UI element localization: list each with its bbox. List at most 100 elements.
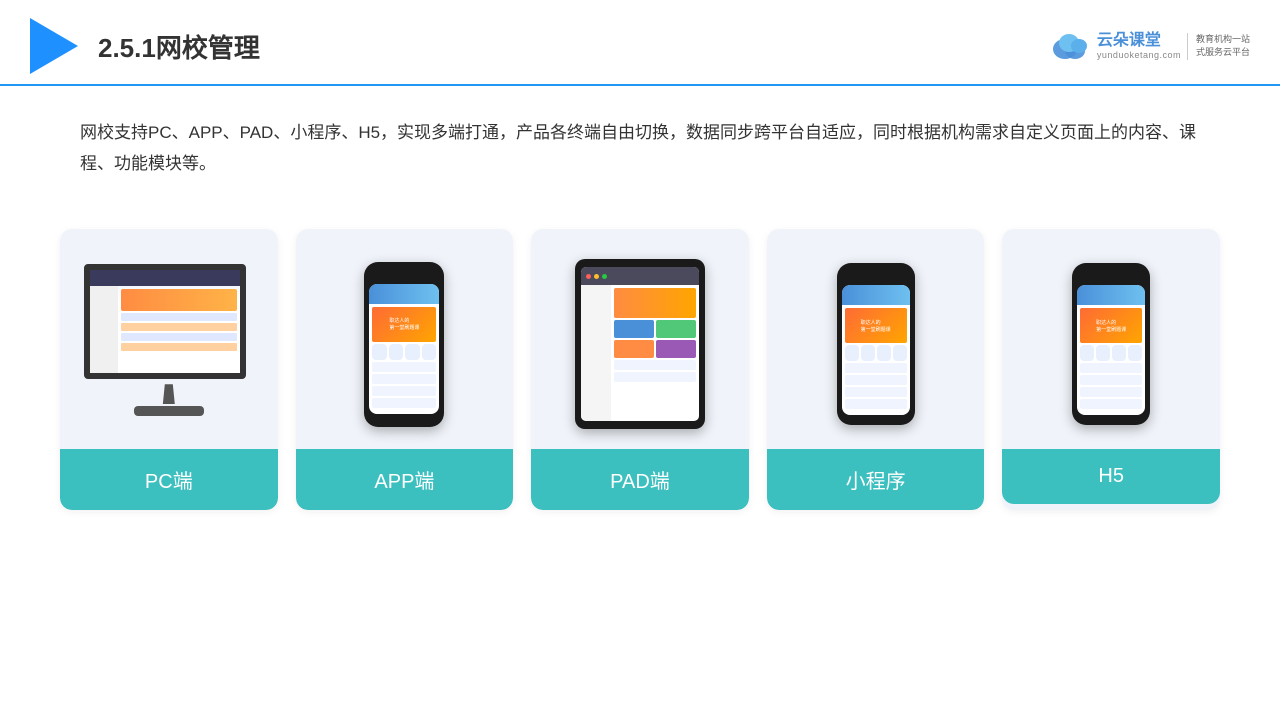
pc-screen-bar [90,270,240,286]
logo-triangle-icon [30,18,78,74]
pc-sidebar [90,286,118,373]
app-phone-notch [390,272,418,280]
mini-icon3 [877,345,891,361]
h5-row4 [1080,399,1142,409]
pad-label: PAD端 [531,449,749,510]
pad-image-area [531,229,749,449]
app-icon2 [389,344,404,360]
mini-row4 [845,399,907,409]
h5-icon3 [1112,345,1126,361]
mini-row2 [845,375,907,385]
brand-text: 云朵课堂 yunduoketang.com [1097,31,1181,61]
mini-screen-content: 职达人的第一堂刷题课 [842,305,910,412]
pad-banner [614,288,696,318]
brand-sub: yunduoketang.com [1097,50,1181,61]
tagline-line2: 式服务云平台 [1196,46,1250,60]
app-card-row4 [372,398,436,408]
h5-image-area: 职达人的第一堂刷题课 [1002,229,1220,449]
pad-top-bar [581,267,699,285]
description: 网校支持PC、APP、PAD、小程序、H5，实现多端打通，产品各终端自由切换，数… [0,86,1280,199]
description-text: 网校支持PC、APP、PAD、小程序、H5，实现多端打通，产品各终端自由切换，数… [80,118,1200,179]
h5-card: 职达人的第一堂刷题课 H5 [1002,229,1220,510]
pad-cell1 [614,320,654,338]
mini-screen: 职达人的第一堂刷题课 [842,285,910,415]
mini-screen-header [842,285,910,305]
h5-row2 [1080,375,1142,385]
brand-logo: 云朵课堂 yunduoketang.com 教育机构一站 式服务云平台 [1047,31,1250,61]
pc-base [134,406,204,416]
app-image-area: 职达人的第一堂刷题课 [296,229,514,449]
pad-cell3 [614,340,654,358]
pad-tablet-mock [575,259,705,429]
h5-screen: 职达人的第一堂刷题课 [1077,285,1145,415]
pc-label: PC端 [60,449,278,510]
h5-label: H5 [1002,449,1220,504]
mini-icon4 [893,345,907,361]
app-card-row1 [372,362,436,372]
h5-row1 [1080,363,1142,373]
pc-image-area [60,229,278,449]
pad-row2 [614,372,696,382]
miniprogram-card: 职达人的第一堂刷题课 小程序 [767,229,985,510]
app-icons-row [372,344,436,360]
cloud-icon [1047,31,1091,61]
header-left: 2.5.1网校管理 [30,18,260,74]
app-icon1 [372,344,387,360]
mini-phone-mock: 职达人的第一堂刷题课 [837,263,915,425]
pc-row2 [121,323,237,331]
pad-cell4 [656,340,696,358]
h5-icon4 [1128,345,1142,361]
pad-sidebar [581,285,611,421]
app-phone-screen: 职达人的第一堂刷题课 [369,284,439,414]
page-title: 2.5.1网校管理 [98,28,260,65]
pad-main [611,285,699,421]
pad-dot3 [602,274,607,279]
pad-screen [581,267,699,421]
pc-device-mock [84,264,254,424]
brand-tagline: 教育机构一站 式服务云平台 [1187,33,1250,60]
app-card-row3 [372,386,436,396]
app-card: 职达人的第一堂刷题课 APP端 [296,229,514,510]
pc-banner [121,289,237,311]
app-label: APP端 [296,449,514,510]
pad-card: PAD端 [531,229,749,510]
mini-row1 [845,363,907,373]
h5-icon1 [1080,345,1094,361]
tagline-line1: 教育机构一站 [1196,33,1250,47]
h5-banner: 职达人的第一堂刷题课 [1080,308,1142,343]
pad-dot1 [586,274,591,279]
app-screen-header [369,284,439,304]
mini-banner: 职达人的第一堂刷题课 [845,308,907,343]
h5-icon2 [1096,345,1110,361]
brand-name: 云朵课堂 [1097,31,1181,50]
app-icon3 [405,344,420,360]
h5-screen-content: 职达人的第一堂刷题课 [1077,305,1145,412]
pad-grid [614,320,696,358]
pad-body [581,285,699,421]
mini-icons-row [845,345,907,361]
h5-notch [1097,273,1125,281]
pc-screen-content [90,270,240,373]
app-banner: 职达人的第一堂刷题课 [372,307,436,342]
mini-label: 小程序 [767,449,985,510]
h5-row3 [1080,387,1142,397]
cards-container: PC端 职达人的第一堂刷题课 [0,209,1280,530]
mini-icon2 [861,345,875,361]
pad-row1 [614,360,696,370]
pad-cell2 [656,320,696,338]
pc-row1 [121,313,237,321]
h5-icons-row [1080,345,1142,361]
app-icon4 [422,344,437,360]
pc-row4 [121,343,237,351]
h5-screen-header [1077,285,1145,305]
mini-notch [862,273,890,281]
mini-icon1 [845,345,859,361]
pc-screen-body [90,286,240,373]
h5-phone-mock: 职达人的第一堂刷题课 [1072,263,1150,425]
app-card-row2 [372,374,436,384]
pc-stand [159,384,179,404]
pc-screen [84,264,246,379]
pc-main [118,286,240,373]
pc-row3 [121,333,237,341]
header: 2.5.1网校管理 云朵课堂 yunduoketang.com 教育机构一站 式… [0,0,1280,86]
